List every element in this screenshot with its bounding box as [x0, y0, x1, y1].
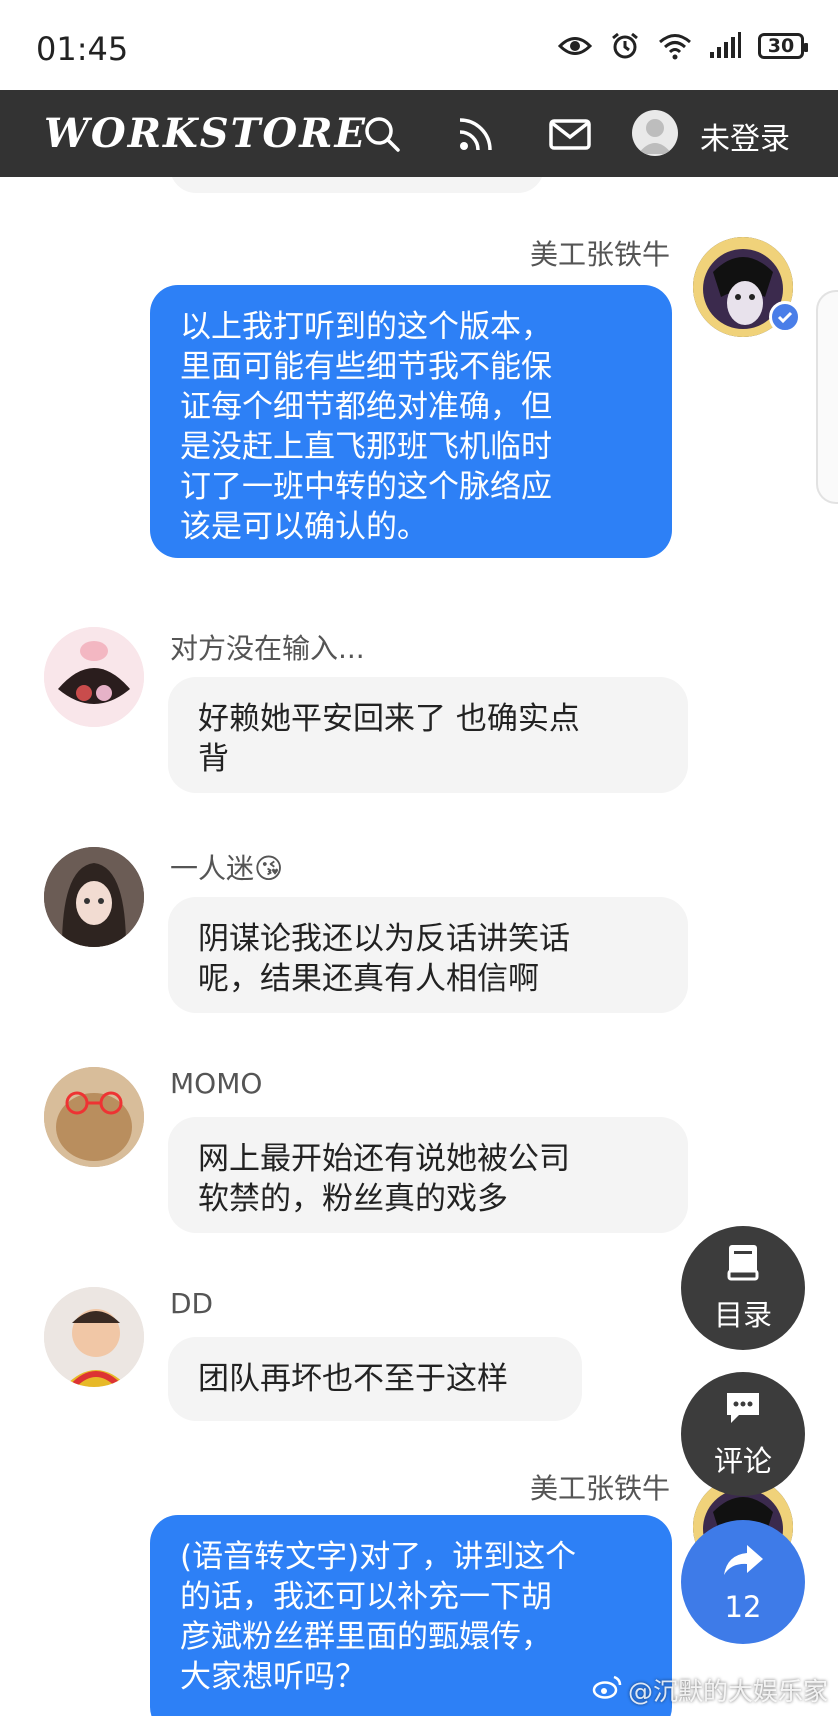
wifi-icon	[658, 30, 692, 62]
comment-button[interactable]: 评论	[681, 1372, 805, 1496]
status-icons: 30	[558, 30, 808, 62]
sender-name: 美工张铁牛	[529, 238, 670, 271]
kiss-emoji-icon: 😘	[254, 852, 284, 885]
verified-badge-icon	[769, 301, 801, 333]
search-icon[interactable]	[362, 114, 402, 154]
sender-name: MOMO	[170, 1067, 263, 1100]
message-bubble: 阴谋论我还以为反话讲笑话 呢，结果还真有人相信啊	[168, 897, 688, 1013]
mail-icon[interactable]	[548, 114, 592, 154]
message-bubble: 以上我打听到的这个版本， 里面可能有些细节我不能保 证每个细节都绝对准确，但 是…	[150, 285, 672, 558]
watermark-text: @沉默的大娱乐家	[627, 1677, 828, 1706]
comment-label: 评论	[713, 1443, 772, 1478]
status-bar: 01:45 30	[0, 0, 838, 90]
message-text: 团队再坏也不至于这样	[198, 1361, 508, 1397]
avatar[interactable]	[44, 847, 144, 947]
site-logo[interactable]: WORKSTORE	[44, 110, 367, 157]
message-bubble: 团队再坏也不至于这样	[168, 1337, 582, 1421]
message-text: 网上最开始还有说她被公司 软禁的，粉丝真的戏多	[198, 1141, 570, 1217]
sender-name-text: 一人迷	[170, 852, 255, 885]
signal-icon	[708, 30, 742, 62]
share-button[interactable]: 12	[681, 1520, 805, 1644]
message-text: (语音转文字)对了，讲到这个 的话，我还可以补充一下胡 彦斌粉丝群里面的甄嬛传，…	[180, 1539, 577, 1695]
message-bubble: 好赖她平安回来了 也确实点 背	[168, 677, 688, 793]
status-time: 01:45	[36, 30, 129, 68]
alarm-icon	[608, 30, 642, 62]
message-text: 以上我打听到的这个版本， 里面可能有些细节我不能保 证每个细节都绝对准确，但 是…	[180, 309, 552, 545]
user-avatar-icon[interactable]	[632, 110, 678, 156]
login-link[interactable]: 未登录	[700, 114, 790, 158]
battery-icon: 30	[758, 33, 808, 59]
catalog-button[interactable]: 目录	[681, 1226, 805, 1350]
watermark: @沉默的大娱乐家	[592, 1672, 828, 1708]
message-text: 好赖她平安回来了 也确实点 背	[198, 701, 580, 777]
avatar[interactable]	[44, 1067, 144, 1167]
sender-name: 对方没在输入...	[170, 632, 365, 665]
eye-icon	[558, 30, 592, 62]
sender-name: DD	[170, 1287, 214, 1320]
side-drawer-handle[interactable]	[816, 290, 838, 504]
book-icon	[726, 1243, 760, 1288]
message-bubble: 网上最开始还有说她被公司 软禁的，粉丝真的戏多	[168, 1117, 688, 1233]
avatar[interactable]	[44, 1287, 144, 1387]
weibo-icon	[592, 1675, 622, 1705]
message-text: 阴谋论我还以为反话讲笑话 呢，结果还真有人相信啊	[198, 921, 570, 997]
sender-name: 一人迷😘	[170, 847, 283, 887]
rss-icon[interactable]	[456, 114, 496, 154]
share-arrow-icon	[721, 1541, 765, 1586]
previous-message-bubble	[170, 177, 544, 193]
share-count: 12	[724, 1589, 762, 1624]
top-navbar: WORKSTORE 未登录	[0, 90, 838, 177]
sender-name: 美工张铁牛	[529, 1472, 670, 1505]
avatar[interactable]	[44, 627, 144, 727]
catalog-label: 目录	[713, 1297, 772, 1332]
comment-bubble-icon	[723, 1389, 763, 1434]
